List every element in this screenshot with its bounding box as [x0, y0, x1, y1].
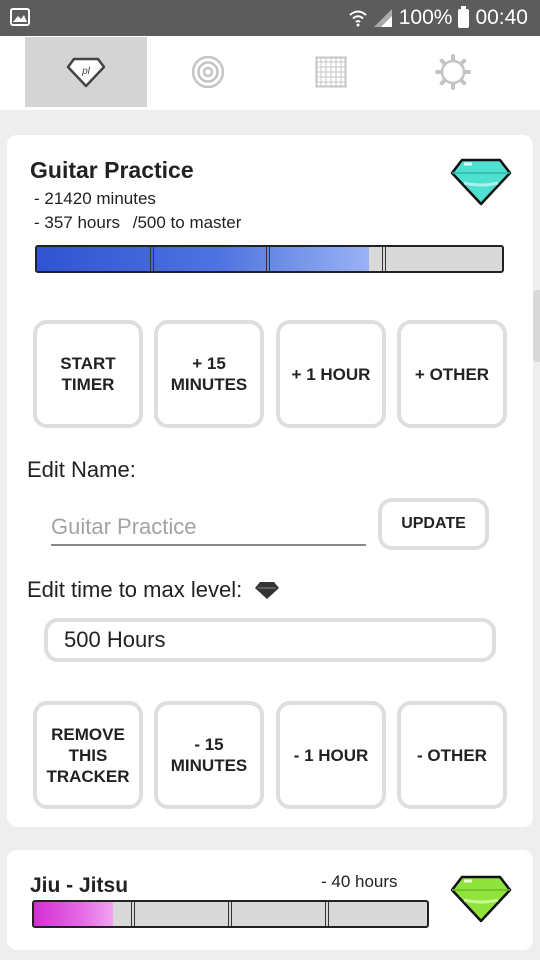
hours-total: - 357 hours /500 to master [34, 213, 241, 233]
tab-settings[interactable] [392, 37, 514, 107]
progress-tick [150, 247, 154, 271]
progress-tick [228, 902, 232, 926]
progress-fill [37, 247, 369, 271]
subtract-15-minutes-button[interactable]: - 15 MINUTES [154, 701, 264, 809]
max-hours-field[interactable]: 500 Hours [44, 618, 496, 662]
status-bar: 100% 00:40 [0, 0, 540, 36]
scroll-handle[interactable] [533, 290, 540, 362]
mastery-progress-bar [35, 245, 504, 273]
update-name-button[interactable]: UPDATE [378, 498, 489, 550]
tracker-card-jiu-jitsu[interactable]: Jiu - Jitsu - 40 hours [7, 850, 533, 950]
tab-bar: pl [0, 36, 540, 110]
hours-total: - 40 hours [321, 872, 398, 891]
goal-value: /500 to master [132, 213, 242, 232]
svg-text:pl: pl [81, 66, 91, 77]
add-15-minutes-button[interactable]: + 15 MINUTES [154, 320, 264, 428]
progress-tick [382, 247, 386, 271]
gem-logo-icon: pl [66, 57, 106, 88]
gem-icon [450, 875, 512, 923]
add-1-hour-button[interactable]: + 1 HOUR [276, 320, 386, 428]
mastery-progress-bar [32, 900, 429, 928]
clock: 00:40 [475, 6, 528, 29]
tab-trackers[interactable]: pl [25, 37, 147, 107]
tab-calendar[interactable] [270, 37, 392, 107]
gear-icon [435, 54, 471, 90]
start-timer-button[interactable]: START TIMER [33, 320, 143, 428]
add-other-button[interactable]: + OTHER [397, 320, 507, 428]
remove-tracker-button[interactable]: REMOVE THIS TRACKER [33, 701, 143, 809]
edit-name-label: Edit Name: [27, 457, 136, 482]
battery-icon [458, 5, 470, 28]
progress-tick [131, 902, 135, 926]
tracker-title: Jiu - Jitsu [30, 874, 129, 897]
edit-time-label: Edit time to max level: [27, 577, 243, 602]
progress-fill [34, 902, 113, 926]
grid-icon [315, 56, 347, 88]
progress-tick [325, 902, 329, 926]
hours-value: - 357 hours [34, 213, 120, 232]
progress-tick [266, 247, 270, 271]
small-gem-icon [255, 582, 280, 599]
tracker-title: Guitar Practice [30, 157, 194, 183]
image-icon [10, 8, 30, 26]
target-icon [191, 55, 225, 89]
minutes-total: - 21420 minutes [34, 189, 156, 208]
edit-time-row: Edit time to max level: [27, 577, 280, 603]
gem-icon [450, 158, 512, 206]
tab-goals[interactable] [147, 37, 269, 107]
wifi-icon [349, 10, 367, 27]
battery-percent: 100% [398, 6, 453, 29]
subtract-other-button[interactable]: - OTHER [397, 701, 507, 809]
subtract-1-hour-button[interactable]: - 1 HOUR [276, 701, 386, 809]
tracker-name-input[interactable] [51, 510, 366, 546]
signal-icon [373, 9, 392, 27]
